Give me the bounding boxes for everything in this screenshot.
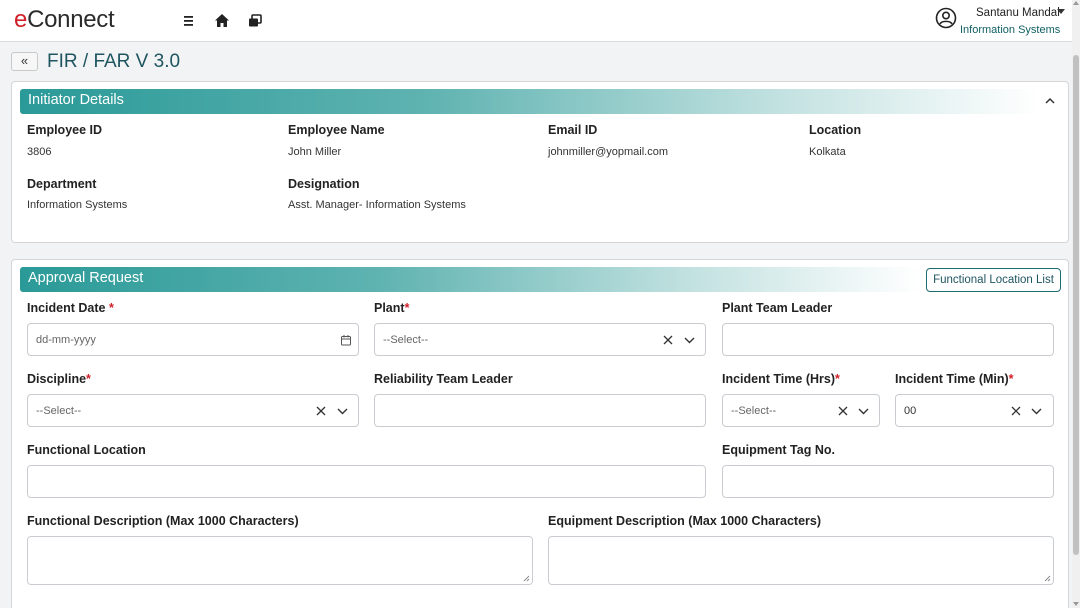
department-label: Department [27,177,97,191]
chevron-down-icon[interactable] [1031,407,1042,415]
chevron-up-icon[interactable] [1044,95,1056,107]
designation-value: Asst. Manager- Information Systems [288,199,466,211]
chevron-down-icon[interactable] [337,407,348,415]
initiator-details-card: Initiator Details Employee ID 3806 Emplo… [11,81,1069,243]
equipment-description-label: Equipment Description (Max 1000 Characte… [548,514,821,528]
reliability-team-leader-label: Reliability Team Leader [374,372,513,386]
back-button[interactable]: « [11,52,38,71]
incident-time-hrs-label: Incident Time (Hrs)* [722,372,840,386]
plant-team-leader-label: Plant Team Leader [722,301,833,315]
employee-name-value: John Miller [288,146,342,158]
required-asterisk: * [108,301,114,315]
page-title: FIR / FAR V 3.0 [47,51,181,72]
user-avatar-icon[interactable] [935,7,957,29]
chevron-down-icon[interactable] [1057,9,1065,14]
reliability-team-leader-input[interactable] [374,394,706,427]
home-icon[interactable] [213,12,231,30]
menu-icon[interactable] [180,12,198,30]
incident-date-input[interactable]: dd-mm-yyyy [27,323,359,356]
plant-label: Plant* [374,301,410,315]
discipline-label: Discipline* [27,372,91,386]
location-value: Kolkata [809,146,846,158]
incident-time-min-label: Incident Time (Min)* [895,372,1014,386]
employee-id-value: 3806 [27,146,52,158]
app-logo[interactable]: eConnect [14,6,115,34]
resize-grip-icon[interactable] [1044,575,1051,582]
required-asterisk: * [404,301,410,315]
equipment-description-textarea[interactable] [548,536,1054,585]
incident-time-hrs-value: --Select-- [731,405,777,417]
incident-time-hrs-select[interactable]: --Select-- [722,394,880,427]
section-header-initiator: Initiator Details [20,89,1038,114]
plant-team-leader-input[interactable] [722,323,1054,356]
windows-icon[interactable] [246,12,264,30]
plant-select[interactable]: --Select-- [374,323,706,356]
user-name[interactable]: Santanu Mandal [976,7,1060,19]
chevron-down-icon[interactable] [684,336,695,344]
required-asterisk: * [86,372,91,386]
functional-location-label: Functional Location [27,443,146,457]
email-id-label: Email ID [548,123,598,137]
discipline-select-value: --Select-- [36,405,82,417]
clear-icon[interactable] [838,406,848,416]
required-asterisk: * [1008,372,1014,386]
scroll-up-arrow-icon[interactable] [1073,1,1079,5]
discipline-select[interactable]: --Select-- [27,394,359,427]
functional-location-list-button[interactable]: Functional Location List [926,268,1061,292]
employee-id-label: Employee ID [27,123,103,137]
chevron-down-icon[interactable] [858,407,869,415]
incident-date-placeholder: dd-mm-yyyy [36,334,96,346]
clear-icon[interactable] [1011,406,1021,416]
department-value: Information Systems [27,199,128,211]
functional-location-input[interactable] [27,465,706,498]
equipment-tag-no-label: Equipment Tag No. [722,443,835,457]
resize-grip-icon[interactable] [523,575,530,582]
scrollbar-thumb[interactable] [1073,55,1079,555]
calendar-icon[interactable] [340,334,352,346]
section-header-approval: Approval Request [20,267,920,292]
incident-time-min-value: 00 [904,405,917,417]
equipment-tag-no-input[interactable] [722,465,1054,498]
clear-icon[interactable] [316,406,326,416]
functional-description-textarea[interactable] [27,536,533,585]
user-department: Information Systems [960,24,1061,36]
incident-time-min-select[interactable]: 00 [895,394,1054,427]
approval-request-card: Approval Request Functional Location Lis… [11,259,1069,608]
functional-description-label: Functional Description (Max 1000 Charact… [27,514,299,528]
employee-name-label: Employee Name [288,123,385,137]
clear-icon[interactable] [663,335,673,345]
email-id-value: johnmiller@yopmail.com [548,146,668,158]
section-title: Approval Request [28,270,144,286]
incident-date-label: Incident Date * [27,301,114,315]
scroll-down-arrow-icon[interactable] [1073,602,1079,606]
top-bar: eConnect Santanu Mandal Information Syst… [0,0,1072,42]
required-asterisk: * [834,372,840,386]
location-label: Location [809,123,862,137]
plant-select-value: --Select-- [383,334,429,346]
section-title: Initiator Details [28,92,124,108]
designation-label: Designation [288,177,360,191]
